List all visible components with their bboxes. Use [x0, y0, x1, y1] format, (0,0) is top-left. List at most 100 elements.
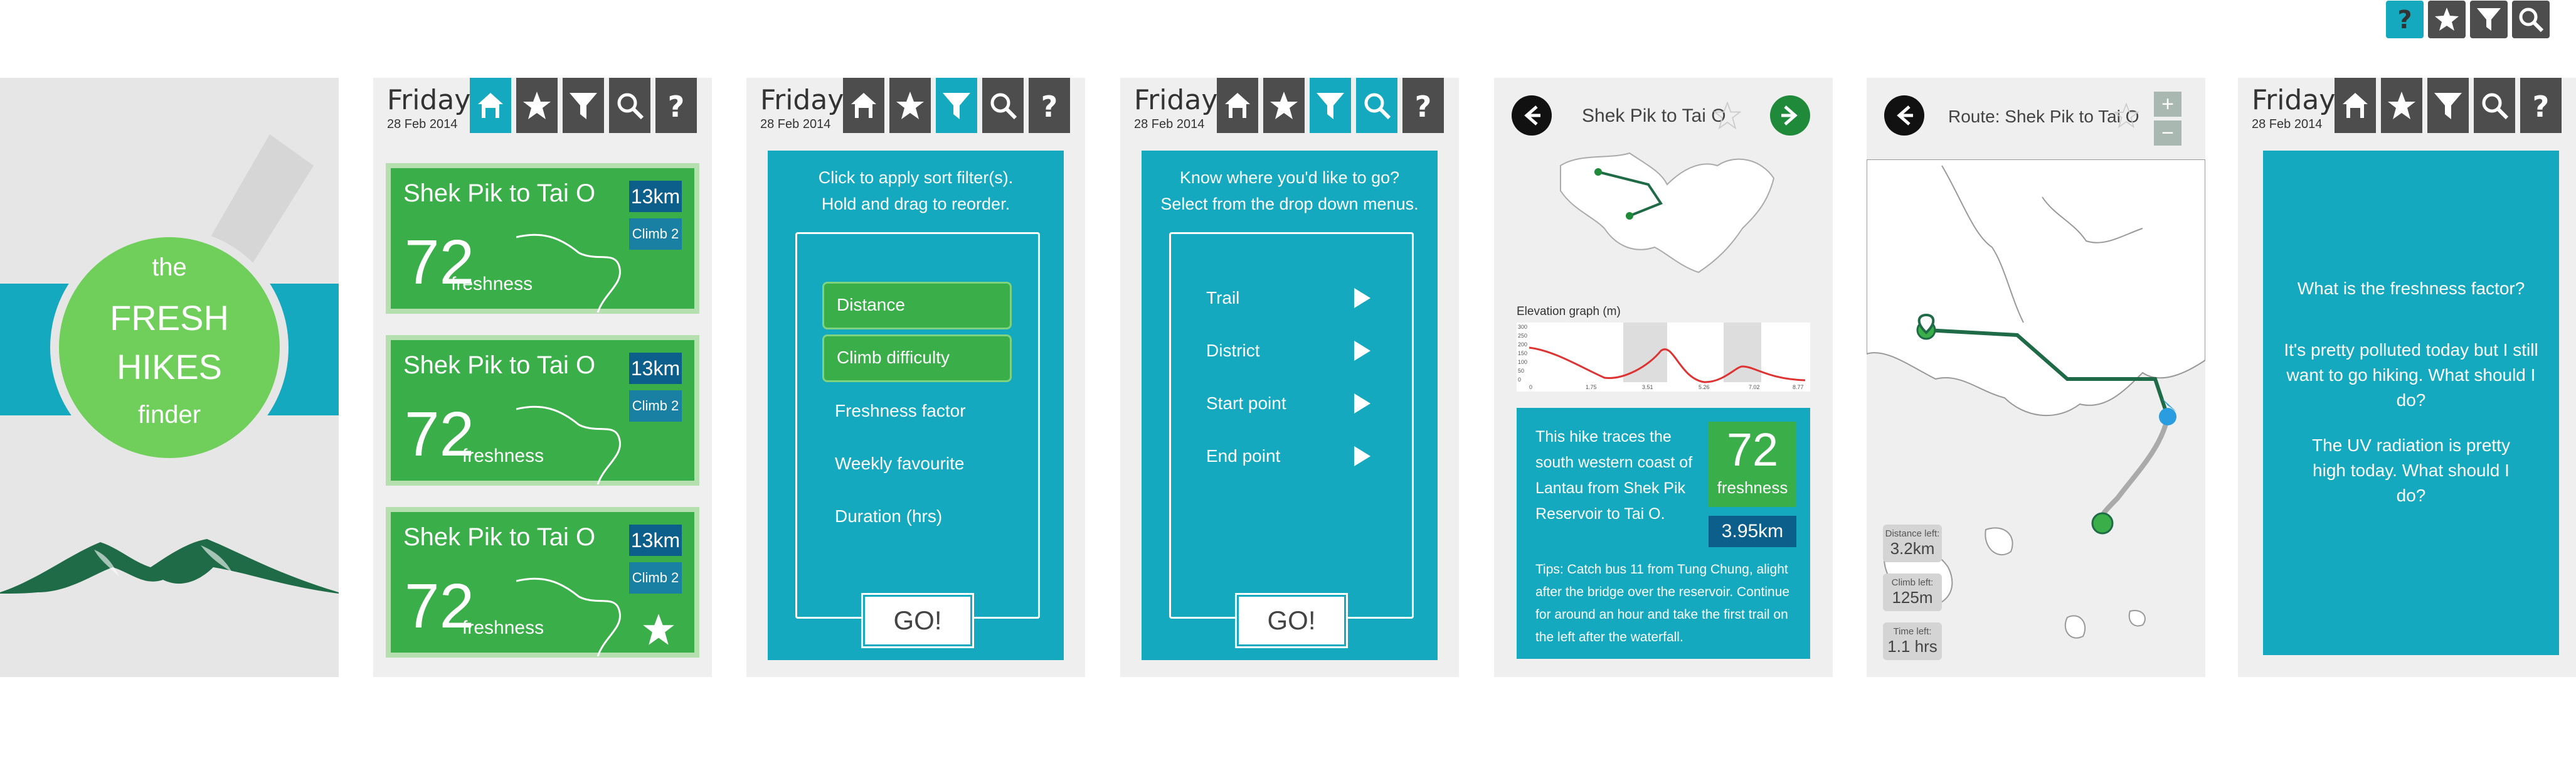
hike-title: Shek Pik to Tai O [1582, 105, 1726, 126]
elevation-label: Elevation graph (m) [1517, 305, 1621, 318]
search-icon [990, 93, 1017, 120]
nav-favourites-button[interactable] [889, 78, 931, 133]
menu-start-point[interactable]: Start point [1206, 393, 1286, 414]
go-button[interactable]: GO! [1237, 595, 1346, 646]
svg-text:?: ? [2397, 6, 2412, 33]
svg-text:?: ? [1041, 90, 1058, 120]
nav-search-button[interactable] [982, 78, 1024, 133]
hike-card[interactable]: Shek Pik to Tai O 72 freshness 13km Clim… [386, 163, 699, 314]
nav-filter-button[interactable] [2427, 78, 2469, 133]
nav-filter-button[interactable] [936, 78, 977, 133]
search-instruction-1: Know where you'd like to go? [1179, 168, 1400, 187]
zoom-out-button[interactable]: − [2154, 120, 2181, 146]
menu-district[interactable]: District [1206, 341, 1260, 361]
route-screen: Route: Shek Pik to Tai O + − Distance le… [1867, 78, 2205, 677]
help-panel: What is the freshness factor? It's prett… [2263, 151, 2559, 655]
nav-home-button[interactable] [470, 78, 511, 133]
y-tick: 300 [1518, 324, 1527, 330]
nav-home-button[interactable] [843, 78, 884, 133]
route-line-icon [516, 405, 622, 484]
menu-trail[interactable]: Trail [1206, 288, 1239, 308]
star-icon [2388, 92, 2415, 119]
svg-text:?: ? [1415, 90, 1432, 120]
header-date: 28 Feb 2014 [387, 117, 458, 131]
help-question[interactable]: The UV radiation is pretty high today. W… [2263, 433, 2559, 508]
list-screen: Friday 28 Feb 2014 ? Shek Pik to Tai O 7… [373, 78, 712, 677]
freshness-box: 72 freshness [1709, 422, 1796, 507]
hike-card[interactable]: Shek Pik to Tai O 72 freshness 13km Clim… [386, 335, 699, 486]
route-line-icon [516, 577, 622, 656]
search-icon [1364, 93, 1391, 120]
x-tick: 8.77 [1793, 384, 1804, 390]
hike-title: Shek Pik to Tai O [403, 523, 596, 551]
arrow-left-icon [1524, 105, 1540, 125]
x-tick: 5.26 [1699, 384, 1710, 390]
header-date: 28 Feb 2014 [760, 117, 831, 131]
star-icon [523, 92, 551, 119]
nav-search-button[interactable] [1356, 78, 1397, 133]
nav-help-button[interactable]: ? [1029, 78, 1070, 133]
nav-help-button[interactable]: ? [1402, 78, 1444, 133]
sort-option-freshness-factor[interactable]: Freshness factor [835, 401, 966, 421]
sort-option-distance[interactable]: Distance [822, 282, 1012, 329]
nav-favourites-button[interactable] [2381, 78, 2422, 133]
header-day: Friday [2252, 84, 2336, 116]
nav-filter-button[interactable] [1310, 78, 1351, 133]
legend-question-button[interactable]: ? [2386, 1, 2424, 38]
favourite-star-icon[interactable] [1714, 102, 1741, 129]
nav-favourites-button[interactable] [516, 78, 558, 133]
search-instruction-2: Select from the drop down menus. [1160, 195, 1419, 213]
hike-card[interactable]: Shek Pik to Tai O 72 freshness 13km Clim… [386, 507, 699, 658]
help-question[interactable]: It's pretty polluted today but I still w… [2263, 338, 2559, 413]
filter-icon [570, 93, 597, 119]
legend-filter-button[interactable] [2470, 1, 2508, 38]
header-day: Friday [760, 84, 844, 116]
back-button[interactable] [1884, 95, 1924, 136]
back-button[interactable] [1512, 95, 1552, 136]
distance-badge: 13km [629, 353, 682, 384]
home-icon [478, 93, 503, 118]
chevron-right-icon[interactable] [1353, 392, 1372, 415]
nav-help-button[interactable]: ? [2520, 78, 2562, 133]
nav-filter-button[interactable] [563, 78, 604, 133]
sort-option-weekly-favourite[interactable]: Weekly favourite [835, 454, 964, 474]
hike-title: Shek Pik to Tai O [403, 351, 596, 379]
go-button[interactable]: GO! [863, 595, 972, 646]
filter-icon [1317, 93, 1344, 119]
zoom-in-button[interactable]: + [2154, 92, 2181, 117]
mountain-logo [0, 539, 339, 594]
help-question[interactable]: What is the freshness factor? [2263, 276, 2559, 301]
favourite-star-icon[interactable] [2114, 103, 2139, 128]
forward-button[interactable] [1770, 95, 1810, 136]
arrow-left-icon [1897, 105, 1913, 125]
sort-option-duration[interactable]: Duration (hrs) [835, 506, 942, 526]
logo-finder: finder [137, 401, 201, 429]
elevation-graph: 300 250 200 150 100 50 0 0 1.75 3.51 5.2… [1517, 323, 1810, 392]
sort-option-climb-difficulty[interactable]: Climb difficulty [822, 334, 1012, 382]
favourite-star-icon[interactable] [642, 612, 676, 646]
hike-title: Shek Pik to Tai O [403, 179, 596, 207]
menu-end-point[interactable]: End point [1206, 446, 1280, 466]
nav-favourites-button[interactable] [1263, 78, 1305, 133]
legend-search-button[interactable] [2512, 1, 2550, 38]
x-tick: 0 [1529, 384, 1532, 390]
home-icon [1225, 93, 1250, 118]
chevron-right-icon[interactable] [1353, 339, 1372, 362]
sort-panel: Click to apply sort filter(s). Hold and … [768, 151, 1064, 660]
header-date: 28 Feb 2014 [2252, 117, 2323, 131]
nav-help-button[interactable]: ? [655, 78, 697, 133]
distance-badge: 13km [629, 181, 682, 212]
nav-search-button[interactable] [2474, 78, 2515, 133]
chevron-right-icon[interactable] [1353, 445, 1372, 467]
nav-home-button[interactable] [2335, 78, 2376, 133]
search-icon [2519, 8, 2544, 33]
time-left-stat: Time left: 1.1 hrs [1883, 622, 1942, 660]
trail-overview-map [1560, 152, 1775, 274]
chevron-right-icon[interactable] [1353, 287, 1372, 309]
home-icon [2343, 93, 2368, 118]
nav-search-button[interactable] [609, 78, 650, 133]
y-tick: 100 [1518, 359, 1527, 365]
nav-home-button[interactable] [1217, 78, 1258, 133]
legend-star-button[interactable] [2428, 1, 2466, 38]
star-icon [896, 92, 924, 119]
